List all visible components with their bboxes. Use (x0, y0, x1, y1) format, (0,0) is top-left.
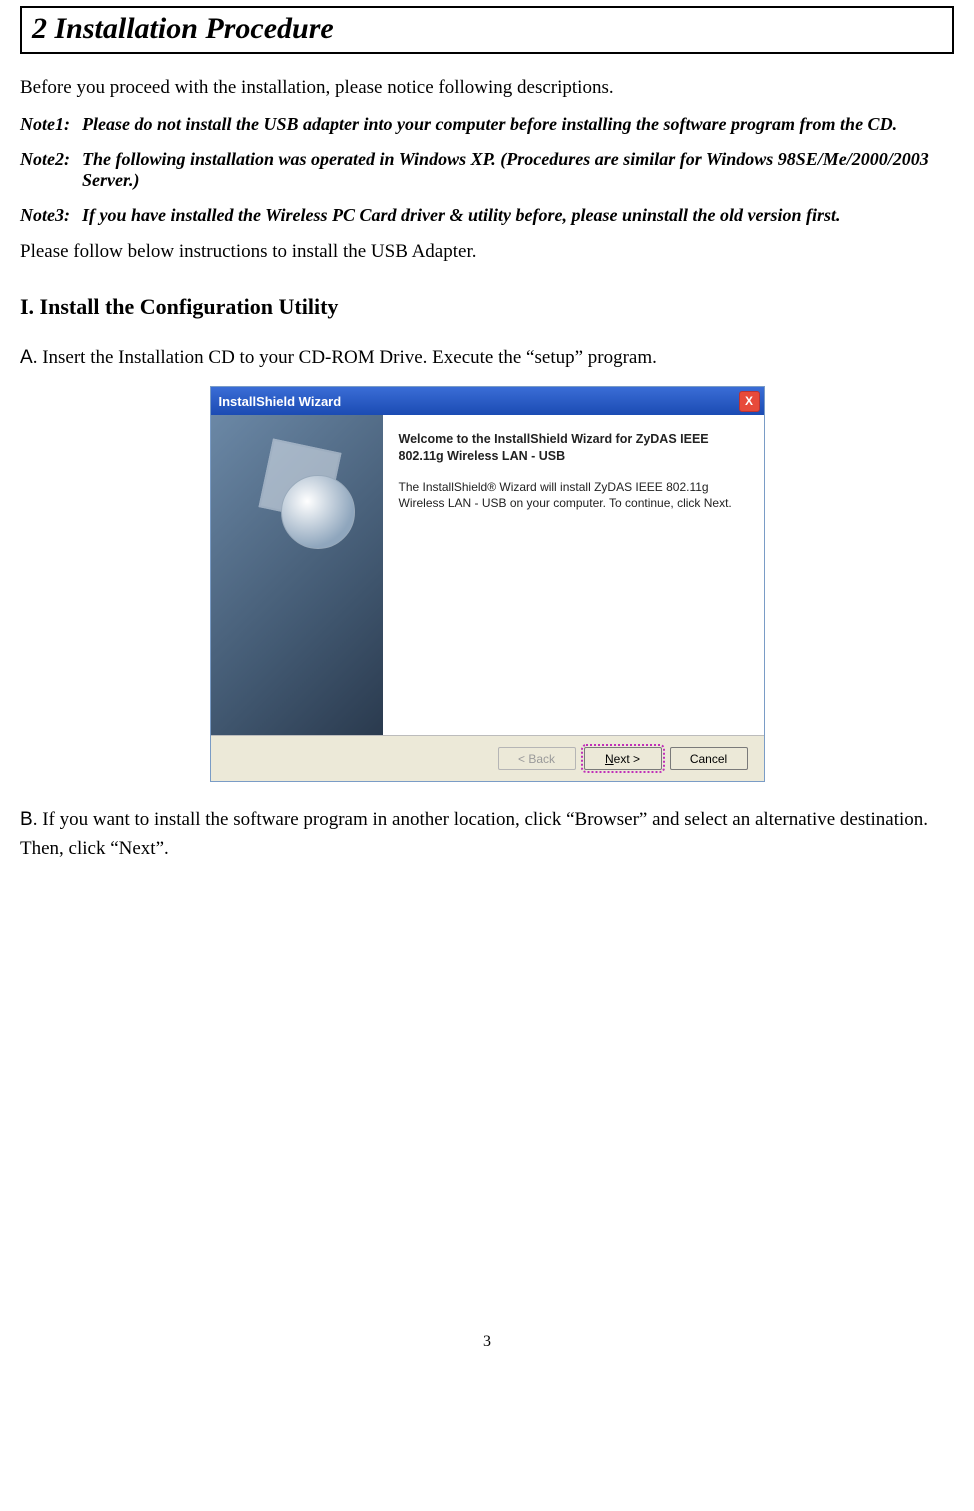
follow-paragraph: Please follow below instructions to inst… (20, 240, 954, 264)
next-letter: N (605, 752, 614, 766)
step-body: . If you want to install the software pr… (20, 809, 928, 859)
step-b: B. If you want to install the software p… (20, 806, 954, 863)
wizard-footer: < Back Next > Cancel (211, 735, 764, 781)
step-letter: B (20, 809, 33, 830)
note-label: Note1: (20, 114, 82, 135)
cancel-button[interactable]: Cancel (670, 747, 748, 770)
note-label: Note2: (20, 149, 82, 191)
wizard-title: InstallShield Wizard (219, 394, 342, 409)
back-button-label: < Back (518, 752, 555, 766)
wizard-titlebar: InstallShield Wizard X (211, 387, 764, 415)
note-3: Note3: If you have installed the Wireles… (20, 205, 954, 226)
cd-icon (281, 475, 355, 549)
cancel-button-label: Cancel (690, 752, 727, 766)
chapter-title: 2 Installation Procedure (32, 12, 942, 46)
note-1: Note1: Please do not install the USB ada… (20, 114, 954, 135)
wizard-body: Welcome to the InstallShield Wizard for … (211, 415, 764, 735)
wizard-content: Welcome to the InstallShield Wizard for … (383, 415, 764, 735)
close-icon: X (745, 394, 753, 408)
close-button[interactable]: X (739, 391, 760, 412)
note-body: If you have installed the Wireless PC Ca… (82, 205, 954, 226)
note-body: The following installation was operated … (82, 149, 954, 191)
page-number: 3 (20, 1333, 954, 1351)
chapter-title-box: 2 Installation Procedure (20, 6, 954, 54)
back-button: < Back (498, 747, 576, 770)
wizard-side-graphic (211, 415, 383, 735)
step-body: . Insert the Installation CD to your CD-… (33, 347, 657, 368)
note-2: Note2: The following installation was op… (20, 149, 954, 191)
next-label-post: ext > (614, 752, 640, 766)
step-a: A. Insert the Installation CD to your CD… (20, 344, 954, 373)
note-label: Note3: (20, 205, 82, 226)
wizard-text: The InstallShield® Wizard will install Z… (399, 479, 746, 511)
section-heading: I. Install the Configuration Utility (20, 294, 954, 320)
intro-paragraph: Before you proceed with the installation… (20, 76, 954, 100)
step-letter: A (20, 347, 33, 368)
next-button[interactable]: Next > (584, 747, 662, 770)
note-body: Please do not install the USB adapter in… (82, 114, 954, 135)
wizard-heading: Welcome to the InstallShield Wizard for … (399, 431, 746, 465)
installshield-wizard-dialog: InstallShield Wizard X Welcome to the In… (210, 386, 765, 782)
